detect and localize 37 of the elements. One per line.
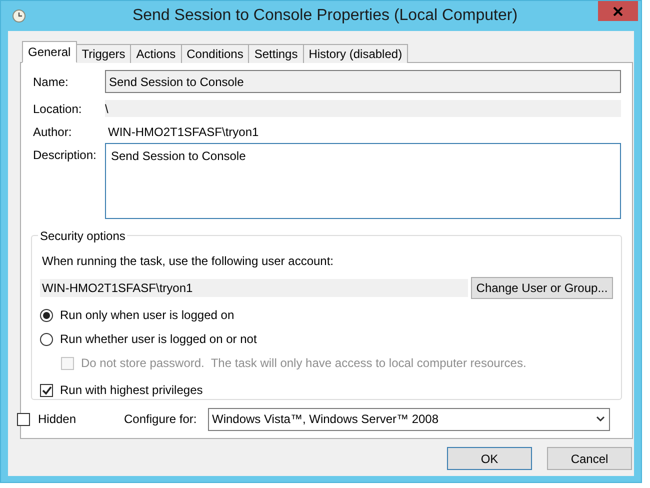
tab[interactable]: Triggers: [76, 44, 132, 63]
radio-button[interactable]: [40, 332, 53, 346]
field-label: Location:: [33, 100, 83, 118]
close-button[interactable]: [598, 1, 638, 21]
configure-dropdown[interactable]: Windows Vista™, Windows Server™ 2008: [208, 408, 610, 430]
description-field[interactable]: Send Session to Console: [105, 143, 621, 219]
checkmark-icon: [42, 386, 52, 394]
radio-label: Run only when user is logged on: [60, 307, 234, 324]
author-value: WIN-HMO2T1SFASF\tryon1: [108, 124, 259, 140]
dialog-button[interactable]: OK: [447, 447, 532, 470]
clock-icon: [12, 9, 26, 23]
field-label: Configure for:: [124, 411, 198, 428]
checkbox[interactable]: [17, 412, 30, 426]
field-label: Name:: [33, 74, 70, 90]
chevron-down-icon: [596, 416, 605, 422]
radio-label: Run whether user is logged on or not: [60, 331, 257, 348]
tab[interactable]: Settings: [248, 44, 304, 63]
tab[interactable]: Conditions: [180, 44, 250, 63]
dialog-button[interactable]: Cancel: [547, 447, 632, 470]
location-field: \: [105, 100, 621, 117]
prompt-text: When running the task, use the following user account:: [42, 253, 335, 270]
field-label: Description:: [33, 147, 98, 164]
dropdown-value: Windows Vista™, Windows Server™ 2008: [212, 411, 440, 428]
name-field[interactable]: Send Session to Console: [105, 70, 621, 93]
field-label: Author:: [33, 124, 73, 140]
checkbox-label: Hidden: [38, 411, 78, 428]
close-icon: [613, 6, 623, 16]
tab[interactable]: General: [22, 41, 77, 63]
radio-button[interactable]: [40, 308, 53, 322]
checkbox-label: Do not store password. The task will only have access to local computer resources.: [81, 355, 526, 372]
checkbox[interactable]: [40, 384, 53, 396]
account-field: WIN-HMO2T1SFASF\tryon1: [40, 279, 468, 297]
change-user-button[interactable]: Change User or Group...: [471, 277, 613, 299]
tab[interactable]: Actions: [130, 44, 182, 63]
window-title: Send Session to Console Properties (Local Computer): [132, 6, 518, 26]
checkbox-label: Run with highest privileges: [60, 382, 203, 399]
tab[interactable]: History (disabled): [302, 44, 408, 63]
